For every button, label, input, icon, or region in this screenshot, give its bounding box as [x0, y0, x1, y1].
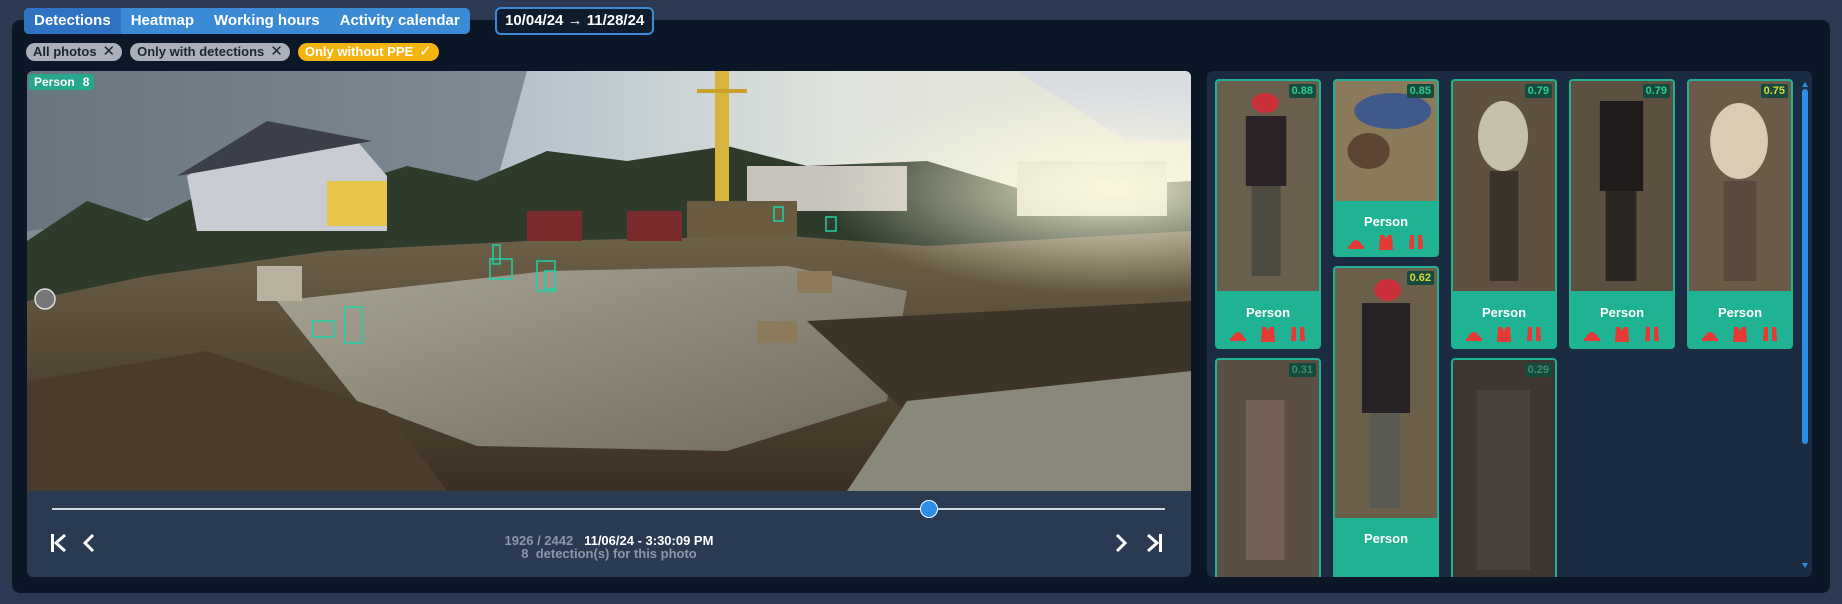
detection-card[interactable]: 0.88 Person — [1215, 79, 1321, 349]
detections-summary: 8 detection(s) for this photo — [27, 546, 1191, 561]
confidence-badge: 0.85 — [1406, 84, 1434, 98]
detection-label: Person — [1599, 305, 1645, 320]
person-crop — [1335, 268, 1437, 518]
date-range-picker[interactable]: 10/04/24 → 11/28/24 — [495, 7, 655, 35]
ppe-status — [1689, 325, 1791, 343]
site-photo[interactable] — [27, 71, 1191, 491]
detection-card[interactable]: 0.31 — [1215, 358, 1321, 577]
person-crop — [1217, 360, 1319, 577]
detection-card[interactable]: 0.85 Person — [1333, 79, 1439, 257]
detection-label: Person — [1363, 531, 1409, 546]
vest-missing-icon — [1377, 233, 1395, 251]
filter-label: Only without PPE — [304, 44, 414, 59]
tab-detections[interactable]: Detections — [24, 8, 121, 34]
detection-label: Person — [1363, 214, 1409, 229]
vest-missing-icon — [1731, 325, 1749, 343]
detection-card[interactable]: 0.29 — [1451, 358, 1557, 577]
detections-text: detection(s) for this photo — [535, 546, 697, 561]
boots-missing-icon — [1643, 325, 1661, 343]
close-icon: ✕ — [102, 43, 116, 60]
filter-chips: All photos ✕ Only with detections ✕ Only… — [26, 43, 439, 61]
check-icon: ✓ — [419, 43, 432, 60]
filter-only-with-detections[interactable]: Only with detections ✕ — [130, 43, 290, 61]
detection-card[interactable]: 0.79 Person — [1569, 79, 1675, 349]
badge-label: Person — [34, 75, 75, 89]
vest-missing-icon — [1495, 325, 1513, 343]
helmet-missing-icon — [1583, 325, 1601, 343]
ppe-status — [1335, 233, 1437, 251]
helmet-missing-icon — [1465, 325, 1483, 343]
person-crop — [1453, 81, 1555, 291]
close-icon: ✕ — [270, 43, 283, 60]
detection-label: Person — [1245, 305, 1291, 320]
detections-sidebar: 0.88 Person 0.31 0.85 Person 0.62 Person… — [1207, 71, 1812, 577]
confidence-badge: 0.79 — [1524, 84, 1552, 98]
boots-missing-icon — [1761, 325, 1779, 343]
photo-viewer: Person 8 1926 / 2442 11/06/24 - 3:30:09 … — [27, 71, 1191, 577]
tab-working-hours[interactable]: Working hours — [204, 8, 330, 34]
detection-card[interactable]: 0.62 Person — [1333, 266, 1439, 577]
helmet-missing-icon — [1701, 325, 1719, 343]
vest-missing-icon — [1613, 325, 1631, 343]
confidence-badge: 0.75 — [1760, 84, 1788, 98]
filter-label: Only with detections — [137, 44, 265, 59]
person-count-badge: Person 8 — [29, 74, 95, 90]
vest-missing-icon — [1259, 325, 1277, 343]
person-crop — [1217, 81, 1319, 291]
tab-activity-calendar[interactable]: Activity calendar — [330, 8, 470, 34]
person-crop — [1453, 360, 1555, 577]
ppe-status — [1571, 325, 1673, 343]
timeline-track[interactable] — [52, 508, 1165, 510]
sidebar-scrollbar[interactable] — [1801, 81, 1809, 569]
boots-missing-icon — [1289, 325, 1307, 343]
confidence-badge: 0.62 — [1406, 271, 1434, 285]
person-crop — [1689, 81, 1791, 291]
badge-count: 8 — [82, 75, 90, 89]
filter-all-photos[interactable]: All photos ✕ — [26, 43, 123, 61]
detections-count: 8 — [521, 546, 529, 561]
ppe-status — [1217, 325, 1319, 343]
boots-missing-icon — [1407, 233, 1425, 251]
confidence-badge: 0.88 — [1288, 84, 1316, 98]
timeline-handle[interactable] — [920, 500, 939, 518]
confidence-badge: 0.29 — [1524, 363, 1552, 377]
detection-label: Person — [1717, 305, 1763, 320]
scroll-thumb[interactable] — [1802, 89, 1808, 444]
detection-label: Person — [1481, 305, 1527, 320]
helmet-missing-icon — [1229, 325, 1247, 343]
tab-heatmap[interactable]: Heatmap — [121, 8, 204, 34]
boots-missing-icon — [1525, 325, 1543, 343]
detection-card[interactable]: 0.75 Person — [1687, 79, 1793, 349]
person-crop — [1571, 81, 1673, 291]
ppe-status — [1453, 325, 1555, 343]
person-crop — [1335, 81, 1437, 201]
helmet-missing-icon — [1347, 233, 1365, 251]
filter-only-without-ppe[interactable]: Only without PPE ✓ — [297, 43, 439, 61]
confidence-badge: 0.79 — [1642, 84, 1670, 98]
detection-card[interactable]: 0.79 Person — [1451, 79, 1557, 349]
filter-label: All photos — [33, 44, 97, 59]
view-tabs: Detections Heatmap Working hours Activit… — [24, 8, 470, 34]
confidence-badge: 0.31 — [1288, 363, 1316, 377]
